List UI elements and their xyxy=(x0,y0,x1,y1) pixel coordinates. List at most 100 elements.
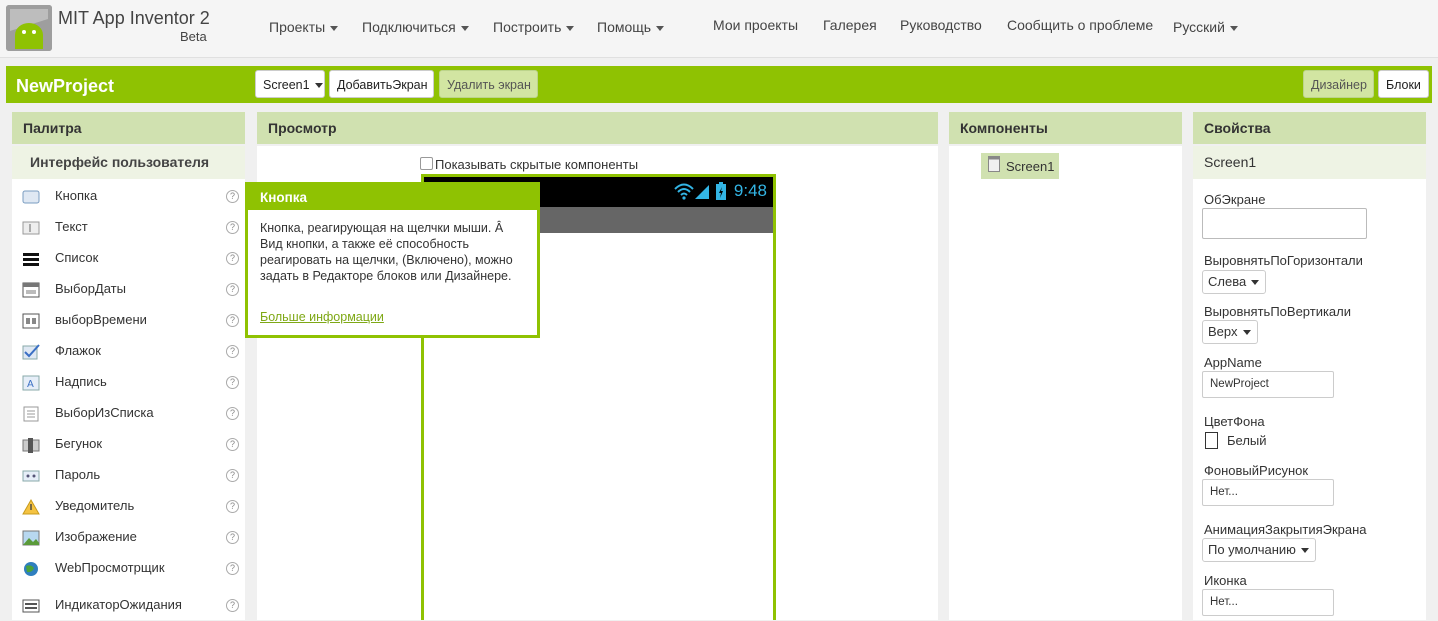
components-header: Компоненты xyxy=(949,112,1182,144)
align-vertical-select[interactable]: Верх xyxy=(1202,320,1258,344)
language-label: Русский xyxy=(1173,19,1225,35)
palette-item-label: Список xyxy=(55,250,99,265)
component-tree-screen1[interactable]: Screen1 xyxy=(981,153,1059,179)
chevron-down-icon xyxy=(1300,548,1309,554)
help-icon[interactable]: ? xyxy=(226,283,239,296)
background-image-input[interactable]: Нет... xyxy=(1202,479,1334,506)
about-screen-textarea[interactable] xyxy=(1202,208,1367,239)
palette-item-label: Надпись xyxy=(55,374,107,389)
align-horizontal-select[interactable]: Слева xyxy=(1202,270,1267,294)
palette-item-textbox[interactable]: Текст ? xyxy=(14,213,243,243)
palette-item-label: ВыборИзСписка xyxy=(55,405,154,420)
phone-time: 9:48 xyxy=(733,181,767,200)
spinner-icon xyxy=(22,598,40,614)
project-name: NewProject xyxy=(16,76,115,96)
palette-item-password[interactable]: Пароль ? xyxy=(14,461,243,491)
tooltip-text: Кнопка, реагирующая на щелчки мыши. Â Ви… xyxy=(260,221,513,283)
help-icon[interactable]: ? xyxy=(226,345,239,358)
more-info-link[interactable]: Больше информации xyxy=(260,310,384,324)
palette-item-label: ИндикаторОжидания xyxy=(55,597,182,612)
close-animation-select[interactable]: По умолчанию xyxy=(1202,538,1316,562)
help-icon[interactable]: ? xyxy=(226,252,239,265)
menu-help-label: Помощь xyxy=(597,19,652,35)
prop-close-animation-label: АнимацияЗакрытияЭкрана xyxy=(1204,522,1367,537)
app-inventor-logo[interactable] xyxy=(6,5,52,51)
tooltip-title: Кнопка xyxy=(248,185,537,210)
signal-icon xyxy=(695,183,709,202)
link-my-projects[interactable]: Мои проекты xyxy=(713,17,798,33)
palette-category-ui[interactable]: Интерфейс пользователя xyxy=(12,146,245,179)
textbox-icon xyxy=(22,220,40,236)
palette-item-timepicker[interactable]: выборВремени ? xyxy=(14,306,243,336)
chevron-down-icon xyxy=(566,25,575,31)
svg-text:A: A xyxy=(27,379,34,390)
designer-button[interactable]: Дизайнер xyxy=(1303,70,1374,98)
blocks-button[interactable]: Блоки xyxy=(1378,70,1429,98)
help-icon[interactable]: ? xyxy=(226,376,239,389)
language-menu[interactable]: Русский xyxy=(1173,19,1238,35)
project-toolbar xyxy=(6,66,1432,103)
help-icon[interactable]: ? xyxy=(226,438,239,451)
prop-align-vertical-label: ВыровнятьПоВертикали xyxy=(1204,304,1352,319)
align-vertical-value: Верх xyxy=(1208,324,1238,339)
help-icon[interactable]: ? xyxy=(226,221,239,234)
palette-item-image[interactable]: Изображение ? xyxy=(14,523,243,553)
palette-item-listview[interactable]: Список ? xyxy=(14,244,243,274)
menu-help[interactable]: Помощь xyxy=(597,19,665,35)
link-gallery[interactable]: Галерея xyxy=(823,17,877,33)
help-icon[interactable]: ? xyxy=(226,469,239,482)
menu-build-label: Построить xyxy=(493,19,562,35)
palette-item-webviewer[interactable]: WebПросмотрщик ? xyxy=(14,554,243,584)
chevron-down-icon xyxy=(460,25,469,31)
remove-screen-button[interactable]: Удалить экран xyxy=(439,70,538,98)
help-icon[interactable]: ? xyxy=(226,190,239,203)
help-icon[interactable]: ? xyxy=(226,599,239,612)
icon-input[interactable]: Нет... xyxy=(1202,589,1334,616)
link-report-issue[interactable]: Сообщить о проблеме xyxy=(1007,17,1153,33)
chevron-down-icon xyxy=(330,25,339,31)
chevron-down-icon xyxy=(1251,280,1260,286)
chevron-down-icon xyxy=(1229,25,1238,31)
help-icon[interactable]: ? xyxy=(226,500,239,513)
palette-item-notifier[interactable]: Уведомитель ? xyxy=(14,492,243,522)
show-hidden-components[interactable]: Показывать скрытые компоненты xyxy=(420,157,638,172)
help-icon[interactable]: ? xyxy=(226,562,239,575)
app-title: MIT App Inventor 2 xyxy=(58,8,210,28)
palette-item-spinner[interactable]: ИндикаторОжидания ? xyxy=(14,591,243,621)
background-color-value[interactable]: Белый xyxy=(1227,433,1267,448)
palette-item-datepicker[interactable]: ВыборДаты ? xyxy=(14,275,243,305)
menu-build[interactable]: Построить xyxy=(493,19,575,35)
app-subtitle: Beta xyxy=(180,29,207,44)
password-icon xyxy=(22,468,40,484)
screen-select[interactable]: Screen1 xyxy=(255,70,325,98)
color-swatch[interactable] xyxy=(1205,432,1218,449)
palette-item-listpicker[interactable]: ВыборИзСписка ? xyxy=(14,399,243,429)
palette-item-label: ВыборДаты xyxy=(55,281,126,296)
help-icon[interactable]: ? xyxy=(226,407,239,420)
menu-projects-label: Проекты xyxy=(269,19,326,35)
slider-icon xyxy=(22,437,40,453)
app-name-input[interactable]: NewProject xyxy=(1202,371,1334,398)
palette-item-label[interactable]: A Надпись ? xyxy=(14,368,243,398)
prop-background-color-label: ЦветФона xyxy=(1204,414,1265,429)
add-screen-button[interactable]: ДобавитьЭкран xyxy=(329,70,434,98)
show-hidden-checkbox[interactable] xyxy=(420,157,433,170)
palette-item-checkbox[interactable]: Флажок ? xyxy=(14,337,243,367)
help-icon[interactable]: ? xyxy=(226,531,239,544)
menu-connect[interactable]: Подключиться xyxy=(362,19,469,35)
button-icon xyxy=(22,189,40,205)
menu-projects[interactable]: Проекты xyxy=(269,19,339,35)
component-tree-label: Screen1 xyxy=(1006,159,1055,174)
palette-item-button[interactable]: Кнопка ? xyxy=(14,182,243,212)
prop-about-screen-label: ОбЭкране xyxy=(1204,192,1266,207)
palette-item-slider[interactable]: Бегунок ? xyxy=(14,430,243,460)
help-icon[interactable]: ? xyxy=(226,314,239,327)
palette-header: Палитра xyxy=(12,112,245,144)
battery-icon xyxy=(716,182,726,203)
palette-item-label: Кнопка xyxy=(55,188,98,203)
top-bar: MIT App Inventor 2 Beta Проекты Подключи… xyxy=(0,0,1438,58)
screen-select-value: Screen1 xyxy=(263,78,310,92)
listview-icon xyxy=(22,251,40,267)
chevron-down-icon xyxy=(656,25,665,31)
link-guide[interactable]: Руководство xyxy=(900,17,982,33)
